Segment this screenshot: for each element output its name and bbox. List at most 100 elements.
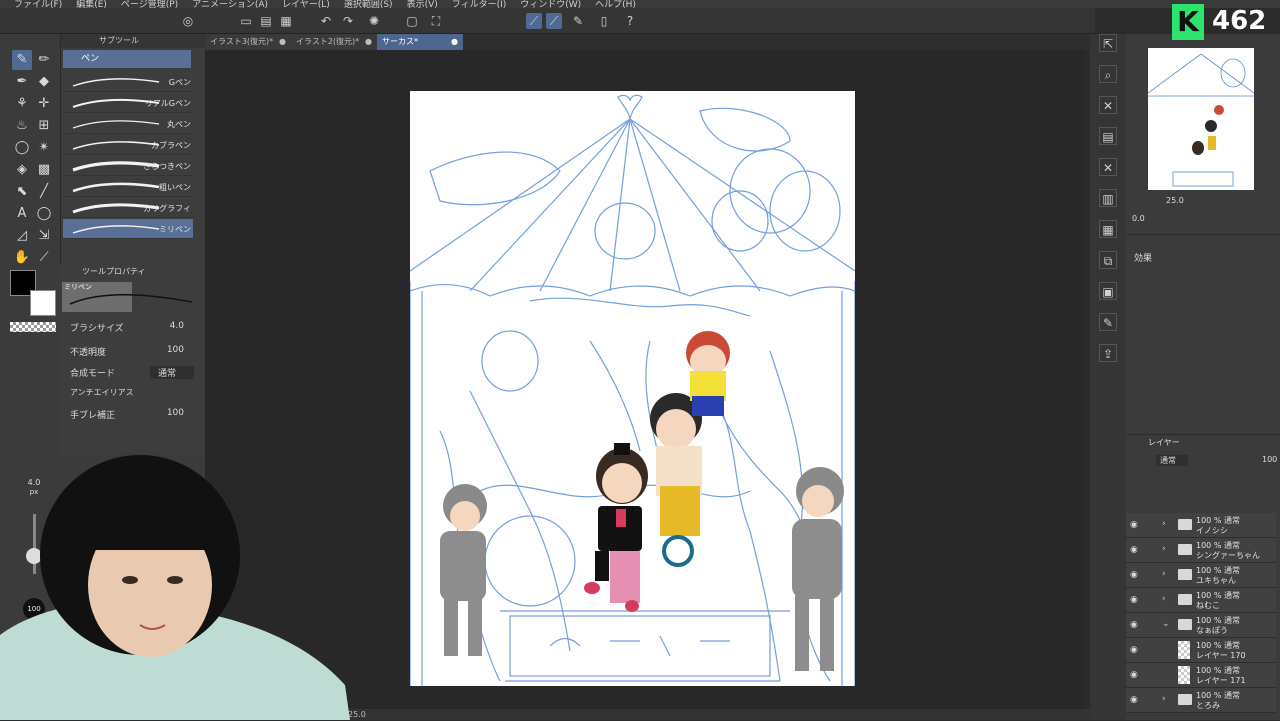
- transform-icon[interactable]: ⛶: [428, 13, 444, 29]
- loading-icon[interactable]: ✺: [366, 13, 382, 29]
- clip-studio-icon[interactable]: ◎: [180, 13, 196, 29]
- transparent-color-swatch[interactable]: [10, 322, 56, 332]
- menu-item[interactable]: フィルター(I): [452, 1, 507, 9]
- tab-close-icon[interactable]: ●: [365, 34, 372, 50]
- visibility-eye-icon[interactable]: ◉: [1130, 670, 1138, 680]
- visibility-eye-icon[interactable]: ◉: [1130, 620, 1138, 630]
- visibility-eye-icon[interactable]: ◉: [1130, 595, 1138, 605]
- blend-tool-icon[interactable]: ♨: [12, 116, 32, 136]
- visibility-eye-icon[interactable]: ◉: [1130, 645, 1138, 655]
- search-icon[interactable]: ⌕: [1099, 65, 1117, 83]
- pattern-icon[interactable]: ⧉: [1099, 251, 1117, 269]
- brush-item[interactable]: ミリペン: [63, 219, 193, 239]
- open-file-icon[interactable]: ▤: [258, 13, 274, 29]
- chevron-right-icon[interactable]: ›: [1162, 519, 1166, 529]
- layer-row[interactable]: ◉ › 100 % 通常 シングァーちゃん: [1126, 538, 1276, 563]
- edit-icon[interactable]: ✎: [1099, 313, 1117, 331]
- export-icon[interactable]: ⇪: [1099, 344, 1117, 362]
- new-file-icon[interactable]: ▭: [238, 13, 254, 29]
- tab-close-icon[interactable]: ●: [279, 34, 286, 50]
- chevron-right-icon[interactable]: ›: [1162, 594, 1166, 604]
- menu-item[interactable]: ヘルプ(H): [595, 1, 636, 9]
- undo-icon[interactable]: ↶: [318, 13, 334, 29]
- fill-tool-icon[interactable]: ◈: [12, 160, 32, 180]
- stabilization-row[interactable]: 手ブレ補正 100: [70, 408, 200, 426]
- document-tab[interactable]: イラスト3(復元)* ●: [205, 34, 291, 50]
- menu-item[interactable]: アニメーション(A): [192, 1, 268, 9]
- visibility-eye-icon[interactable]: ◉: [1130, 520, 1138, 530]
- color-set-icon[interactable]: ▦: [1099, 220, 1117, 238]
- chevron-right-icon[interactable]: ›: [1162, 694, 1166, 704]
- auto-select-tool-icon[interactable]: ✴: [34, 138, 54, 158]
- close-panel-icon[interactable]: ✕: [1099, 96, 1117, 114]
- canvas-paper[interactable]: [409, 91, 856, 686]
- visibility-eye-icon[interactable]: ◉: [1130, 545, 1138, 555]
- menu-item[interactable]: レイヤー(L): [282, 1, 330, 9]
- lasso-tool-icon[interactable]: ◯: [12, 138, 32, 158]
- opacity-value[interactable]: 100: [167, 345, 184, 355]
- brush-item[interactable]: さらつきペン: [63, 156, 193, 176]
- layer-opacity-value[interactable]: 100: [1262, 455, 1277, 464]
- move-tool-icon[interactable]: ✛: [34, 94, 54, 114]
- text-tool-icon[interactable]: A: [12, 204, 32, 224]
- visibility-eye-icon[interactable]: ◉: [1130, 570, 1138, 580]
- line-tool-icon[interactable]: ╱: [34, 182, 54, 202]
- menu-item[interactable]: ファイル(F): [14, 1, 62, 9]
- blend-mode-row[interactable]: 合成モード 通常: [70, 366, 200, 384]
- layer-row[interactable]: ◉ ⌄ 100 % 通常 なぁぽう: [1126, 613, 1276, 638]
- visibility-eye-icon[interactable]: ◉: [1130, 695, 1138, 705]
- navigator-preview[interactable]: [1147, 48, 1255, 190]
- device-icon[interactable]: ▯: [596, 13, 612, 29]
- eyedropper-tool-icon[interactable]: ⟋: [34, 248, 54, 268]
- opacity-row[interactable]: 不透明度 100: [70, 345, 200, 363]
- history-icon[interactable]: ▥: [1099, 189, 1117, 207]
- document-tab[interactable]: イラスト2(復元)* ●: [291, 34, 377, 50]
- brush-tool-icon[interactable]: ✒: [12, 72, 32, 92]
- hand-tool-icon[interactable]: ✋: [12, 248, 32, 268]
- document-tab[interactable]: サーカス* ●: [377, 34, 463, 50]
- gradient-tool-icon[interactable]: ▩: [34, 160, 54, 180]
- snap-special-ruler-icon[interactable]: ⟋: [546, 13, 562, 29]
- brush-item[interactable]: 粗いペン: [63, 177, 193, 197]
- brush-item[interactable]: カブラペン: [63, 135, 193, 155]
- pencil-tool-icon[interactable]: ✏: [34, 50, 54, 70]
- stabilization-value[interactable]: 100: [167, 408, 184, 418]
- clear-icon[interactable]: ▢: [404, 13, 420, 29]
- brush-item[interactable]: Gペン: [63, 72, 193, 92]
- menu-item[interactable]: 選択範囲(S): [344, 1, 393, 9]
- layer-blend-select[interactable]: 通常: [1156, 455, 1188, 466]
- brush-item[interactable]: 丸ペン: [63, 114, 193, 134]
- pen-tool-icon[interactable]: ✎: [12, 50, 32, 70]
- decoration-tool-icon[interactable]: ⚘: [12, 94, 32, 114]
- navigator-angle[interactable]: 0.0: [1132, 214, 1145, 223]
- brush-item[interactable]: リアルGペン: [63, 93, 193, 113]
- clipboard-icon[interactable]: ▣: [1099, 282, 1117, 300]
- brush-item[interactable]: カリグラフィ: [63, 198, 193, 218]
- subtool-group[interactable]: ペン: [63, 50, 191, 68]
- menu-item[interactable]: 表示(V): [407, 1, 438, 9]
- help-icon[interactable]: ?: [622, 13, 638, 29]
- layer-row[interactable]: ◉ 100 % 通常 レイヤー 170: [1126, 638, 1276, 663]
- brush-size-value[interactable]: 4.0: [170, 321, 184, 331]
- chevron-right-icon[interactable]: ›: [1162, 569, 1166, 579]
- layer-property-icon[interactable]: ▤: [1099, 127, 1117, 145]
- chevron-right-icon[interactable]: ›: [1162, 544, 1166, 554]
- material-icon[interactable]: ⇱: [1099, 34, 1117, 52]
- snap-grid-icon[interactable]: ✎: [570, 13, 586, 29]
- menu-item[interactable]: ページ管理(P): [121, 1, 178, 9]
- menu-item[interactable]: 編集(E): [76, 1, 107, 9]
- brush-size-row[interactable]: ブラシサイズ 4.0: [70, 321, 200, 339]
- layer-row[interactable]: ◉ › 100 % 通常 ねむこ: [1126, 588, 1276, 613]
- blend-mode-select[interactable]: 通常: [149, 366, 194, 379]
- redo-icon[interactable]: ↷: [340, 13, 356, 29]
- sub-color-swatch[interactable]: [30, 290, 56, 316]
- ruler-tool-icon[interactable]: ⇲: [34, 226, 54, 246]
- grid-tool-icon[interactable]: ⊞: [34, 116, 54, 136]
- navigator-zoom[interactable]: 25.0: [1166, 196, 1184, 205]
- save-icon[interactable]: ▦: [278, 13, 294, 29]
- layer-row[interactable]: ◉ › 100 % 通常 ユキちゃん: [1126, 563, 1276, 588]
- tab-close-icon[interactable]: ●: [451, 34, 458, 50]
- snap-ruler-icon[interactable]: ⟋: [526, 13, 542, 29]
- antialias-row[interactable]: アンチエイリアス: [70, 387, 200, 405]
- chevron-down-icon[interactable]: ⌄: [1162, 619, 1170, 629]
